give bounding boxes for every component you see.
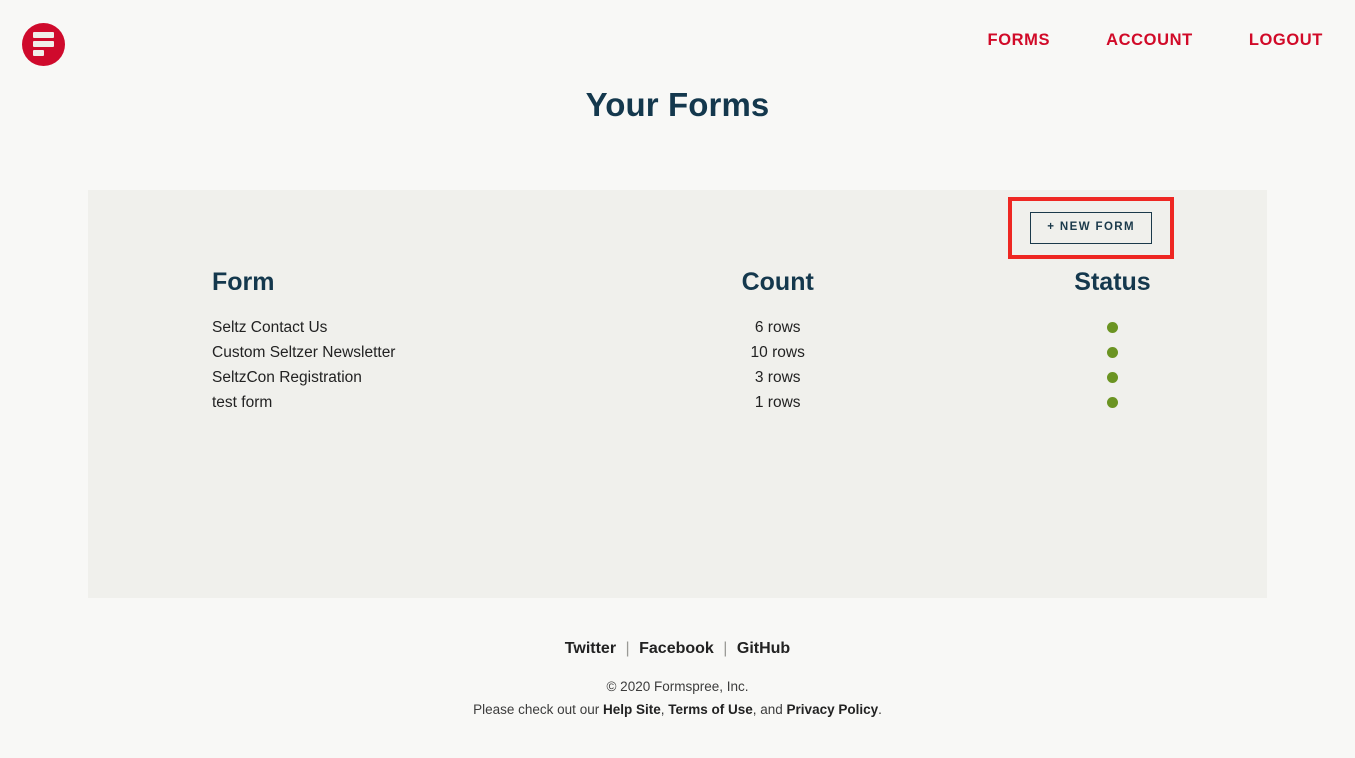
legal-suffix-text: . <box>878 702 882 717</box>
site-footer: Twitter | Facebook | GitHub © 2020 Forms… <box>0 640 1355 717</box>
social-links: Twitter | Facebook | GitHub <box>0 640 1355 658</box>
form-name-cell[interactable]: SeltzCon Registration <box>88 365 571 390</box>
form-status-cell <box>984 365 1267 390</box>
forms-table: Form Count Status Seltz Contact Us 6 row… <box>88 268 1267 415</box>
column-header-count: Count <box>741 268 814 296</box>
social-separator: | <box>625 640 630 657</box>
table-row[interactable]: SeltzCon Registration 3 rows <box>88 365 1267 390</box>
table-row[interactable]: Seltz Contact Us 6 rows <box>88 315 1267 340</box>
legal-prefix-text: Please check out our <box>473 702 603 717</box>
new-form-highlight-annotation: + NEW FORM <box>1008 197 1174 259</box>
table-header-row: Form Count Status <box>88 268 1267 315</box>
form-status-cell <box>984 340 1267 365</box>
status-dot-green-icon <box>1107 396 1118 408</box>
status-dot-green-icon <box>1107 371 1118 383</box>
logo-bar-bottom <box>33 50 44 56</box>
panel-toolbar: + NEW FORM <box>88 190 1267 266</box>
new-form-button[interactable]: + NEW FORM <box>1030 212 1152 244</box>
forms-table-head: Form Count Status <box>88 268 1267 315</box>
footer-link-github[interactable]: GitHub <box>737 640 790 657</box>
footer-link-help-site[interactable]: Help Site <box>603 702 661 717</box>
nav-link-logout[interactable]: LOGOUT <box>1221 25 1323 56</box>
nav-link-forms[interactable]: FORMS <box>960 25 1079 56</box>
copyright-text: © 2020 Formspree, Inc. <box>606 679 749 694</box>
form-name-cell[interactable]: test form <box>88 390 571 415</box>
main-navigation: FORMS ACCOUNT LOGOUT <box>960 25 1323 56</box>
form-name-cell[interactable]: Seltz Contact Us <box>88 315 571 340</box>
social-separator: | <box>723 640 728 657</box>
table-row[interactable]: Custom Seltzer Newsletter 10 rows <box>88 340 1267 365</box>
table-row[interactable]: test form 1 rows <box>88 390 1267 415</box>
logo-bar-middle <box>33 41 54 47</box>
column-header-status: Status <box>1074 268 1151 296</box>
page-title: Your Forms <box>585 86 770 123</box>
site-header: FORMS ACCOUNT LOGOUT <box>0 0 1355 88</box>
form-count-cell: 10 rows <box>750 343 805 361</box>
status-dot-green-icon <box>1107 321 1118 333</box>
form-status-cell <box>984 390 1267 415</box>
nav-link-account[interactable]: ACCOUNT <box>1078 25 1221 56</box>
forms-panel: + NEW FORM Form Count Status Seltz Conta… <box>88 190 1267 598</box>
footer-link-privacy-policy[interactable]: Privacy Policy <box>787 702 879 717</box>
footer-link-terms-of-use[interactable]: Terms of Use <box>668 702 753 717</box>
legal-separator: , and <box>752 702 787 717</box>
form-count-cell: 3 rows <box>754 368 801 386</box>
status-dot-green-icon <box>1107 346 1118 358</box>
logo-bar-top <box>33 32 54 38</box>
footer-link-facebook[interactable]: Facebook <box>639 640 714 657</box>
form-name-cell[interactable]: Custom Seltzer Newsletter <box>88 340 571 365</box>
form-count-cell: 6 rows <box>754 318 801 336</box>
form-count-cell: 1 rows <box>754 393 801 411</box>
forms-table-body: Seltz Contact Us 6 rows Custom Seltzer N… <box>88 315 1267 415</box>
formspree-logo-icon[interactable] <box>22 22 65 66</box>
footer-link-twitter[interactable]: Twitter <box>565 640 616 657</box>
legal-links-line: Please check out our Help Site, Terms of… <box>0 702 1355 717</box>
column-header-form: Form <box>212 268 275 296</box>
form-status-cell <box>984 315 1267 340</box>
